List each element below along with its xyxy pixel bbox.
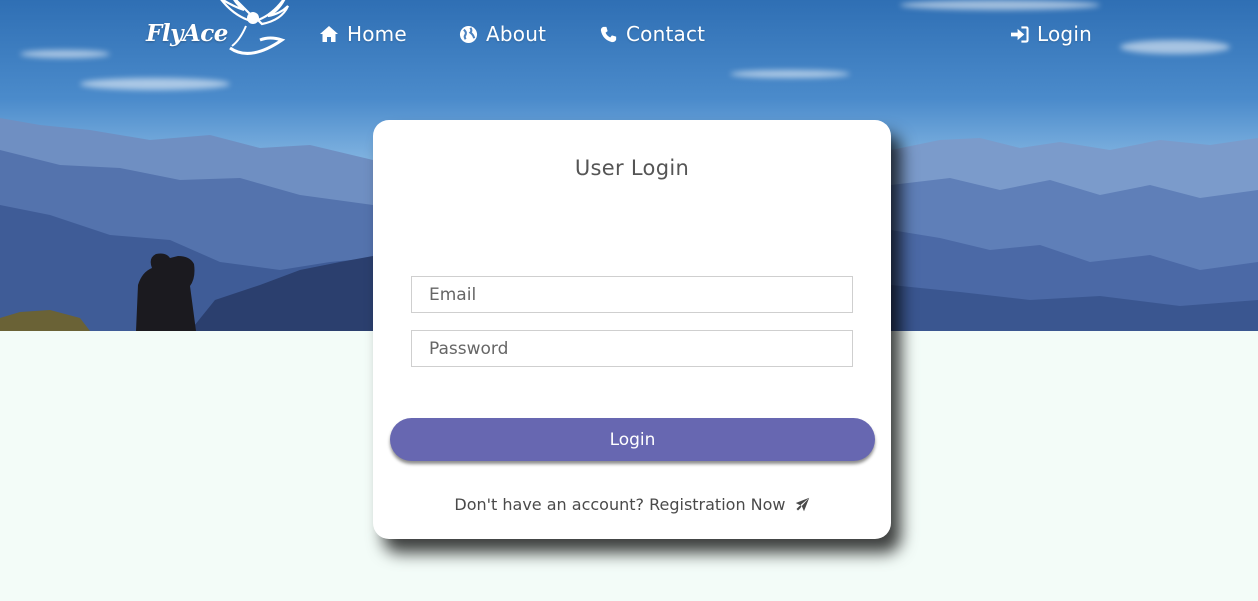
plane-icon [795, 497, 810, 516]
login-title: User Login [574, 156, 690, 180]
nav-home-link[interactable]: Home [319, 20, 407, 48]
register-prompt-text: Don't have an account? [454, 495, 644, 514]
login-button[interactable]: Login [390, 418, 875, 461]
top-navbar: FlyAce Home About Contact Login [0, 0, 1258, 70]
nav-login-link[interactable]: Login [1009, 20, 1092, 48]
sign-in-icon [1009, 24, 1029, 44]
nav-login-label: Login [1037, 22, 1092, 46]
password-input[interactable] [411, 330, 853, 367]
phone-icon [598, 24, 618, 44]
nav-contact-link[interactable]: Contact [598, 20, 705, 48]
home-icon [319, 24, 339, 44]
angel-wings-icon [220, 0, 290, 55]
nav-contact-label: Contact [626, 22, 706, 46]
login-card: User Login Login Don't have an account? … [373, 120, 891, 539]
globe-icon [458, 24, 478, 44]
nav-about-link[interactable]: About [458, 20, 546, 48]
brand-logo[interactable]: FlyAce [144, 0, 294, 62]
register-prompt: Don't have an account? Registration Now [373, 495, 891, 516]
nav-about-label: About [486, 22, 547, 46]
register-link[interactable]: Registration Now [649, 495, 785, 514]
register-link-label: Registration Now [649, 495, 786, 514]
email-input[interactable] [411, 276, 853, 313]
nav-home-label: Home [347, 22, 407, 46]
